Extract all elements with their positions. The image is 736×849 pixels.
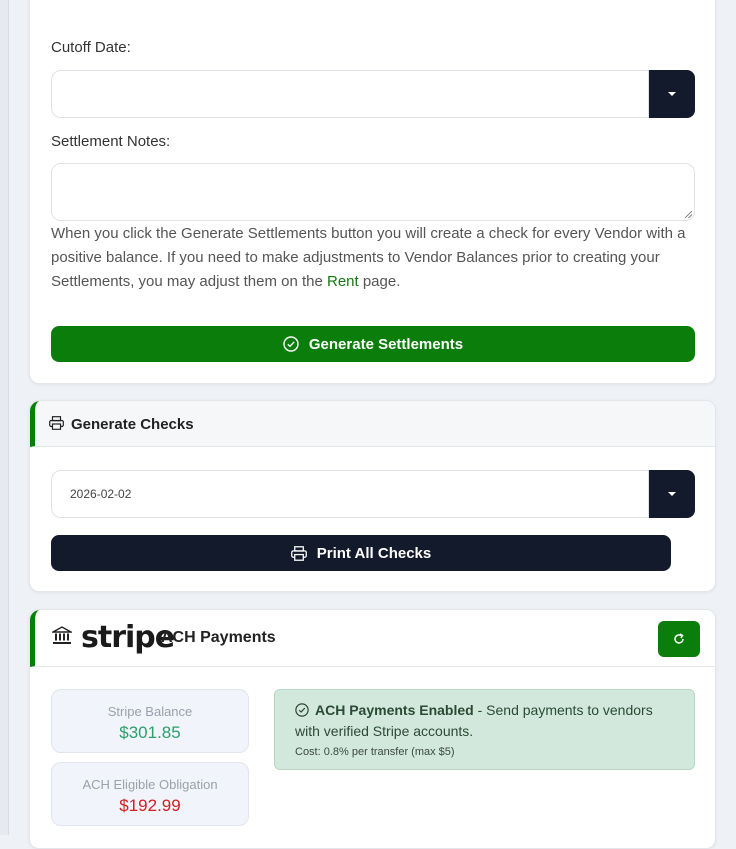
ach-enabled-title: ACH Payments Enabled [315, 702, 474, 718]
settlement-notes-label: Settlement Notes: [51, 133, 171, 150]
stripe-balance-value: $301.85 [119, 723, 181, 742]
stripe-balance-box: Stripe Balance $301.85 [51, 689, 249, 753]
generate-settlements-label: Generate Settlements [308, 335, 464, 353]
check-circle-icon [295, 703, 309, 717]
generate-settlements-button[interactable]: Generate Settlements [51, 326, 695, 362]
cutoff-date-group [51, 70, 695, 118]
stripe-balance-label: Stripe Balance [107, 704, 193, 719]
cutoff-date-input[interactable] [51, 70, 649, 118]
cutoff-date-label: Cutoff Date: [51, 39, 131, 56]
help-text-end: page. [358, 273, 401, 290]
cutoff-date-dropdown-button[interactable] [649, 70, 695, 118]
settlement-notes-textarea[interactable] [51, 163, 695, 221]
check-date-dropdown-button[interactable] [649, 470, 695, 518]
stripe-ach-header: stripe ACH Payments [30, 610, 715, 667]
ach-obligation-label: ACH Eligible Obligation [82, 777, 218, 792]
ach-obligation-box: ACH Eligible Obligation $192.99 [51, 762, 249, 826]
settlement-help-text: When you click the Generate Settlements … [51, 222, 699, 294]
ach-payments-title: ACH Payments [161, 629, 276, 646]
refresh-button[interactable] [658, 621, 700, 657]
rent-link[interactable]: Rent [327, 273, 359, 290]
print-all-checks-label: Print All Checks [316, 544, 432, 562]
print-all-checks-button[interactable]: Print All Checks [51, 535, 671, 571]
bank-icon [52, 626, 72, 645]
generate-checks-card: Generate Checks 2026-02-02 Print All Che… [29, 400, 716, 592]
settlements-card: Cutoff Date: Settlement Notes: When you … [29, 0, 716, 384]
page-left-edge [0, 0, 9, 835]
generate-checks-title: Generate Checks [71, 416, 194, 433]
check-circle-icon [283, 336, 299, 352]
check-date-group: 2026-02-02 [51, 470, 695, 518]
ach-enabled-alert: ACH Payments Enabled - Send payments to … [274, 689, 695, 770]
stripe-ach-card: stripe ACH Payments Stripe Balance $301.… [29, 609, 716, 849]
printer-icon [290, 545, 307, 561]
check-date-input[interactable]: 2026-02-02 [51, 470, 649, 518]
generate-checks-header: Generate Checks [30, 401, 715, 447]
refresh-icon [673, 633, 685, 645]
ach-cost-text: Cost: 0.8% per transfer (max $5) [295, 746, 455, 758]
printer-icon [49, 416, 64, 430]
ach-obligation-value: $192.99 [119, 796, 181, 815]
